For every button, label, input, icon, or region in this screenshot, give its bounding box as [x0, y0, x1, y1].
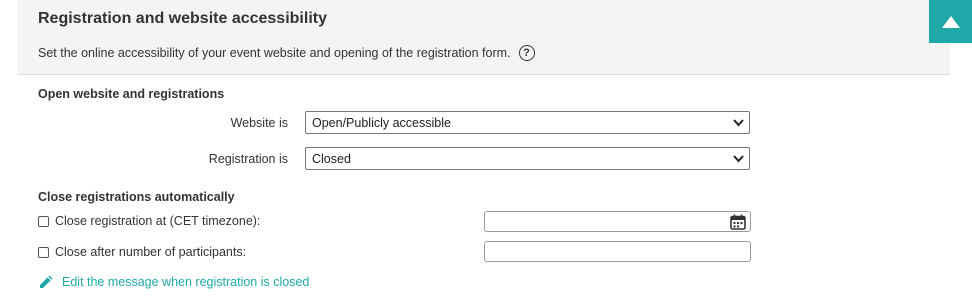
website-label: Website is	[230, 116, 288, 130]
calendar-icon[interactable]	[730, 214, 746, 230]
close-at-date-input[interactable]	[484, 211, 751, 232]
close-after-label: Close after number of participants:	[55, 245, 247, 259]
close-after-checkbox[interactable]	[38, 246, 49, 258]
panel-subtitle: Set the online accessibility of your eve…	[38, 45, 535, 61]
pencil-icon	[40, 275, 53, 288]
registration-select-value: Closed	[312, 151, 351, 166]
close-section-heading: Close registrations automatically	[38, 190, 235, 204]
chevron-down-icon	[733, 155, 744, 163]
edit-closed-message-label: Edit the message when registration is cl…	[62, 274, 310, 289]
open-section-heading: Open website and registrations	[38, 87, 225, 101]
close-after-participants-input[interactable]	[484, 241, 751, 262]
panel-subtitle-text: Set the online accessibility of your eve…	[38, 46, 511, 60]
chevron-down-icon	[733, 119, 744, 127]
close-after-row: Close after number of participants:	[38, 245, 246, 259]
close-at-row: Close registration at (CET timezone):	[38, 214, 260, 228]
help-icon[interactable]: ?	[518, 45, 535, 61]
edit-closed-message-link[interactable]: Edit the message when registration is cl…	[38, 273, 309, 290]
website-select[interactable]: Open/Publicly accessible	[305, 111, 750, 134]
registration-label: Registration is	[208, 152, 288, 166]
triangle-up-icon	[941, 15, 960, 28]
panel-title: Registration and website accessibility	[38, 10, 327, 27]
collapse-button[interactable]	[929, 0, 972, 43]
website-select-value: Open/Publicly accessible	[312, 115, 451, 130]
close-at-checkbox[interactable]	[38, 215, 49, 227]
registration-select[interactable]: Closed	[305, 147, 750, 170]
close-at-label: Close registration at (CET timezone):	[55, 214, 261, 228]
